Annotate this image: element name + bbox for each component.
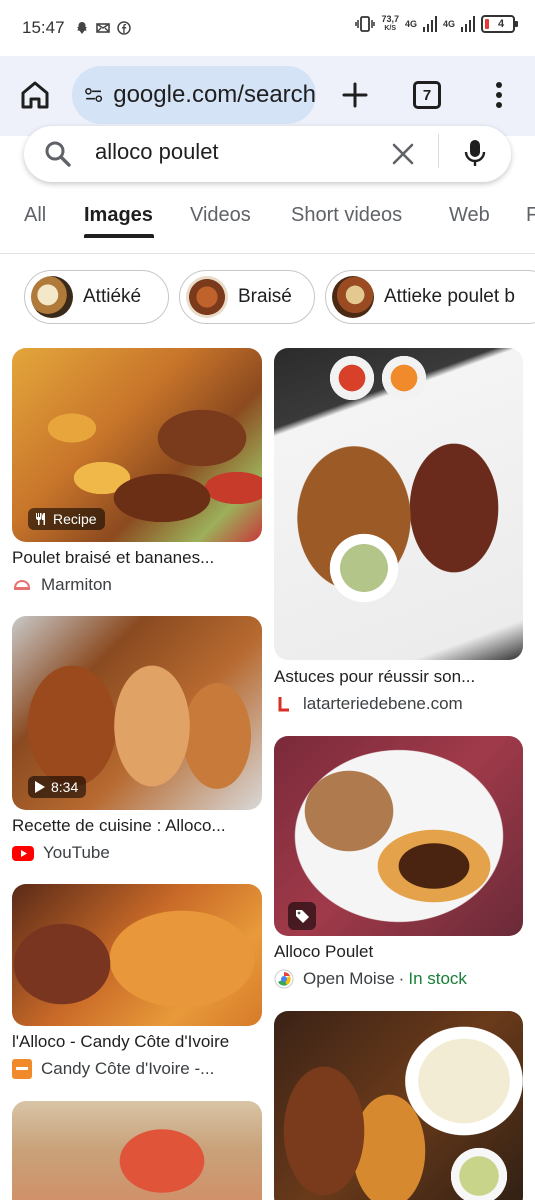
facebook-icon bbox=[116, 21, 131, 35]
result-source[interactable]: latarteriedebene.com bbox=[274, 694, 463, 714]
source-name: Marmiton bbox=[41, 575, 112, 594]
battery-icon: 4 bbox=[481, 15, 518, 33]
chip-attieke[interactable]: Attiéké bbox=[24, 270, 169, 324]
address-bar[interactable]: google.com/search bbox=[72, 66, 316, 124]
browser-toolbar: google.com/search 7 bbox=[0, 56, 535, 136]
youtube-icon bbox=[12, 846, 34, 861]
source-name: YouTube bbox=[43, 843, 110, 862]
status-right: 73,7 K/S 4G 4G 4 bbox=[355, 14, 518, 34]
result-source[interactable]: Marmiton bbox=[12, 575, 112, 595]
result-source[interactable]: YouTube bbox=[12, 843, 110, 863]
tab-count: 7 bbox=[422, 86, 432, 104]
result-title[interactable]: Alloco Poulet bbox=[274, 942, 373, 962]
source-name: Candy Côte d'Ivoire -... bbox=[41, 1059, 215, 1078]
search-tabs: All Images Videos Short videos Web F bbox=[0, 190, 535, 254]
site-settings-icon[interactable] bbox=[84, 82, 103, 108]
tab-more-cut[interactable]: F bbox=[526, 204, 535, 227]
latarterie-icon bbox=[278, 697, 289, 712]
result-image[interactable] bbox=[12, 884, 262, 1026]
result-title[interactable]: Astuces pour réussir son... bbox=[274, 667, 475, 687]
marmiton-icon bbox=[13, 579, 31, 590]
badge-label: Recipe bbox=[53, 511, 97, 527]
play-icon bbox=[35, 781, 45, 793]
home-icon[interactable] bbox=[18, 78, 52, 112]
new-tab-icon[interactable] bbox=[338, 78, 372, 112]
source-separator: · bbox=[398, 969, 405, 988]
active-tab-indicator bbox=[84, 234, 154, 238]
fork-knife-icon bbox=[36, 513, 45, 525]
chip-attieke-poulet[interactable]: Attieke poulet b bbox=[325, 270, 535, 324]
network-speed-unit: K/S bbox=[384, 25, 397, 32]
search-divider bbox=[438, 134, 439, 168]
signal-icon-1 bbox=[422, 16, 437, 32]
chip-thumbnail bbox=[31, 276, 73, 318]
status-time: 15:47 bbox=[22, 18, 65, 37]
result-image[interactable]: Recipe bbox=[12, 348, 262, 542]
result-title[interactable]: Poulet braisé et bananes... bbox=[12, 548, 214, 568]
tab-all[interactable]: All bbox=[24, 204, 46, 227]
search-icon[interactable] bbox=[44, 140, 72, 168]
vibrate-icon bbox=[355, 16, 376, 32]
chip-label: Braisé bbox=[238, 286, 292, 307]
result-image[interactable] bbox=[274, 1011, 523, 1200]
chip-thumbnail bbox=[186, 276, 228, 318]
tab-short-videos[interactable]: Short videos bbox=[291, 204, 402, 227]
chip-label: Attieke poulet b bbox=[384, 286, 515, 307]
tag-icon bbox=[296, 910, 309, 923]
tab-web[interactable]: Web bbox=[449, 204, 490, 227]
clear-icon[interactable] bbox=[390, 141, 416, 167]
search-area: alloco poulet bbox=[0, 126, 535, 186]
search-input[interactable]: alloco poulet bbox=[95, 139, 219, 165]
candy-icon bbox=[12, 1059, 32, 1079]
message-icon bbox=[95, 23, 110, 33]
result-source[interactable]: Open Moise · In stock bbox=[274, 969, 467, 989]
notification-icons bbox=[75, 21, 131, 35]
open-moise-icon bbox=[274, 969, 294, 989]
badge-label: 8:34 bbox=[51, 779, 79, 795]
tab-videos[interactable]: Videos bbox=[190, 204, 251, 227]
product-badge bbox=[288, 902, 316, 930]
snapchat-icon bbox=[76, 22, 87, 34]
result-image[interactable] bbox=[274, 348, 523, 660]
result-source[interactable]: Candy Côte d'Ivoire -... bbox=[12, 1059, 214, 1079]
url-text: google.com/search bbox=[113, 81, 316, 108]
microphone-icon[interactable] bbox=[462, 138, 488, 168]
tab-switcher-button[interactable]: 7 bbox=[413, 81, 441, 109]
recipe-badge: Recipe bbox=[28, 508, 105, 530]
network-speed: 73,7 K/S bbox=[381, 15, 399, 33]
search-box[interactable]: alloco poulet bbox=[24, 126, 511, 182]
result-image[interactable] bbox=[12, 1101, 262, 1200]
network-speed-value: 73,7 bbox=[381, 14, 399, 24]
tab-images[interactable]: Images bbox=[84, 204, 153, 227]
video-duration-badge: 8:34 bbox=[28, 776, 87, 798]
refinement-chips: Attiéké Braisé Attieke poulet b bbox=[0, 270, 535, 326]
status-bar: 15:47 73,7 K/S 4G 4G 4 bbox=[0, 0, 535, 56]
signal-icon-2 bbox=[461, 16, 475, 32]
result-title[interactable]: Recette de cuisine : Alloco... bbox=[12, 816, 226, 836]
chip-braise[interactable]: Braisé bbox=[179, 270, 315, 324]
stock-status: In stock bbox=[408, 969, 467, 988]
chip-label: Attiéké bbox=[83, 286, 142, 307]
result-image[interactable]: 8:34 bbox=[12, 616, 262, 810]
battery-level: 4 bbox=[497, 18, 505, 30]
result-image[interactable] bbox=[274, 736, 523, 936]
signal-label-1: 4G bbox=[404, 19, 417, 29]
source-name: Open Moise bbox=[303, 969, 395, 988]
chip-thumbnail bbox=[332, 276, 374, 318]
signal-label-2: 4G bbox=[442, 19, 455, 29]
result-title[interactable]: l'Alloco - Candy Côte d'Ivoire bbox=[12, 1032, 229, 1052]
source-name: latarteriedebene.com bbox=[303, 694, 463, 713]
more-menu-icon[interactable] bbox=[488, 80, 510, 110]
